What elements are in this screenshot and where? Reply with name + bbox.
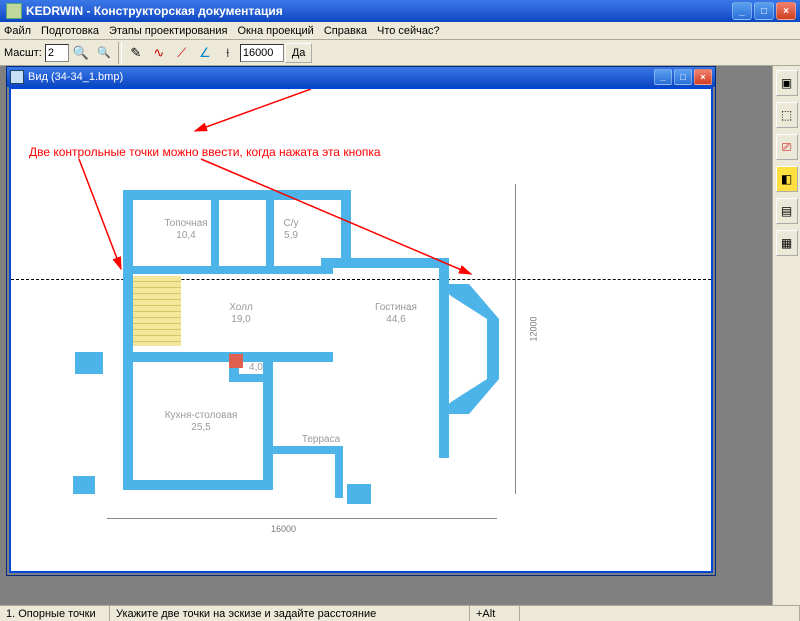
stairs — [133, 276, 181, 346]
floor-plan: Топочная10,4 С/у5,9 Холл19,0 Гостиная44,… — [111, 184, 541, 564]
tool-angle-button[interactable]: ∠ — [194, 42, 216, 64]
menu-stages[interactable]: Этапы проектирования — [109, 25, 228, 37]
status-empty — [520, 606, 800, 621]
dim-width: 16000 — [271, 524, 296, 534]
view-maximize-button[interactable]: □ — [674, 69, 692, 85]
close-button[interactable]: × — [776, 2, 796, 20]
status-modifier: +Alt — [470, 606, 520, 621]
rtool-3[interactable]: ⎚ — [776, 134, 798, 160]
main-titlebar: KEDRWIN - Конструкторская документация _… — [0, 0, 800, 22]
room-terrasa: Терраса — [291, 434, 351, 446]
view-close-button[interactable]: × — [694, 69, 712, 85]
menu-proj[interactable]: Окна проекций — [238, 25, 314, 37]
distance-input[interactable] — [240, 44, 284, 62]
rtool-6[interactable]: ▦ — [776, 230, 798, 256]
dim-height: 12000 — [529, 316, 539, 341]
view-canvas[interactable]: Две контрольные точки можно ввести, когд… — [9, 87, 713, 573]
rtool-4[interactable]: ◧ — [776, 166, 798, 192]
rtool-1[interactable]: ▣ — [776, 70, 798, 96]
maximize-button[interactable]: □ — [754, 2, 774, 20]
menu-prep[interactable]: Подготовка — [41, 25, 99, 37]
rtool-5[interactable]: ▤ — [776, 198, 798, 224]
tool-twopoint-button[interactable]: ⟊ — [217, 42, 239, 64]
minimize-button[interactable]: _ — [732, 2, 752, 20]
zoom-out-button[interactable]: 🔍 — [93, 42, 115, 64]
tool-pencil-button[interactable]: ✎ — [125, 42, 147, 64]
window-buttons: _ □ × — [732, 2, 796, 20]
room-gostinaya: Гостиная44,6 — [361, 302, 431, 326]
view-titlebar[interactable]: Вид (34-34_1.bmp) _ □ × — [7, 67, 715, 87]
menu-help[interactable]: Справка — [324, 25, 367, 37]
menu-file[interactable]: Файл — [4, 25, 31, 37]
room-su: С/у5,9 — [271, 218, 311, 242]
toolbar-separator — [118, 42, 122, 64]
rtool-2[interactable]: ⬚ — [776, 102, 798, 128]
toolbar: Масшт: 🔍 🔍 ✎ ∿ ⟋ ∠ ⟊ Да — [0, 40, 800, 66]
view-title: Вид (34-34_1.bmp) — [28, 71, 654, 83]
room-topochnaya: Топочная10,4 — [156, 218, 216, 242]
view-minimize-button[interactable]: _ — [654, 69, 672, 85]
room-small: 4,0 — [241, 362, 271, 374]
tool-vline-button[interactable]: ⟋ — [171, 42, 193, 64]
view-window: Вид (34-34_1.bmp) _ □ × Две контрольные … — [6, 66, 716, 576]
menu-bar: Файл Подготовка Этапы проектирования Окн… — [0, 22, 800, 40]
right-toolstrip: ▣ ⬚ ⎚ ◧ ▤ ▦ — [772, 66, 800, 605]
status-step: 1. Опорные точки — [0, 606, 110, 621]
zoom-in-button[interactable]: 🔍 — [70, 42, 92, 64]
app-title: KEDRWIN - Конструкторская документация — [26, 4, 732, 18]
app-icon — [6, 3, 22, 19]
scale-input[interactable] — [45, 44, 69, 62]
annotation-text: Две контрольные точки можно ввести, когд… — [29, 145, 381, 159]
ok-button[interactable]: Да — [285, 43, 313, 63]
view-icon — [10, 70, 24, 84]
scale-label: Масшт: — [4, 47, 42, 59]
room-kuhnya: Кухня-столовая25,5 — [156, 410, 246, 434]
mdi-workspace: Вид (34-34_1.bmp) _ □ × Две контрольные … — [0, 66, 800, 605]
room-holl: Холл19,0 — [211, 302, 271, 326]
status-hint: Укажите две точки на эскизе и задайте ра… — [110, 606, 470, 621]
status-bar: 1. Опорные точки Укажите две точки на эс… — [0, 605, 800, 621]
menu-now[interactable]: Что сейчас? — [377, 25, 440, 37]
tool-line-button[interactable]: ∿ — [148, 42, 170, 64]
